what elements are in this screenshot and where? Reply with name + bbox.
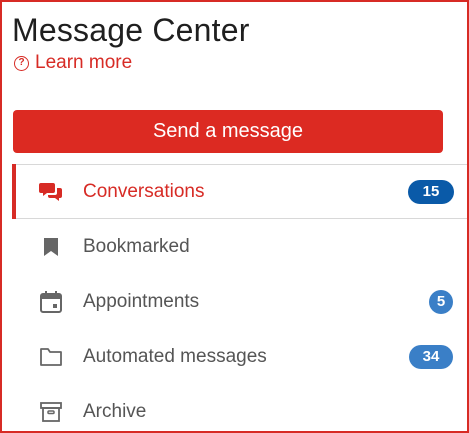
calendar-icon [39,290,63,314]
nav-item-bookmarked[interactable]: Bookmarked [12,219,467,274]
message-nav: Conversations 15 Bookmarked Appointments… [12,164,467,431]
nav-item-archive[interactable]: Archive [12,384,467,431]
count-badge: 34 [409,344,453,369]
nav-item-label: Bookmarked [83,235,190,257]
page-title: Message Center [12,12,250,48]
nav-item-automated-messages[interactable]: Automated messages 34 [12,329,467,384]
unread-count-badge: 15 [408,179,454,204]
nav-item-label: Conversations [83,180,205,202]
nav-item-label: Automated messages [83,345,267,367]
learn-more-label: Learn more [35,52,133,73]
archive-box-icon [39,400,63,424]
learn-more-link[interactable]: ? Learn more [14,52,132,74]
chat-bubbles-icon [39,180,63,204]
nav-item-appointments[interactable]: Appointments 5 [12,274,467,329]
send-message-button[interactable]: Send a message [13,110,443,153]
nav-item-conversations[interactable]: Conversations 15 [12,164,467,219]
nav-item-label: Appointments [83,290,200,312]
message-center-panel: Message Center ? Learn more Send a messa… [0,0,469,433]
folder-icon [39,345,63,369]
help-circle-icon: ? [14,55,29,71]
bookmark-icon [39,235,63,259]
count-badge: 5 [429,289,453,314]
nav-item-label: Archive [83,400,147,422]
